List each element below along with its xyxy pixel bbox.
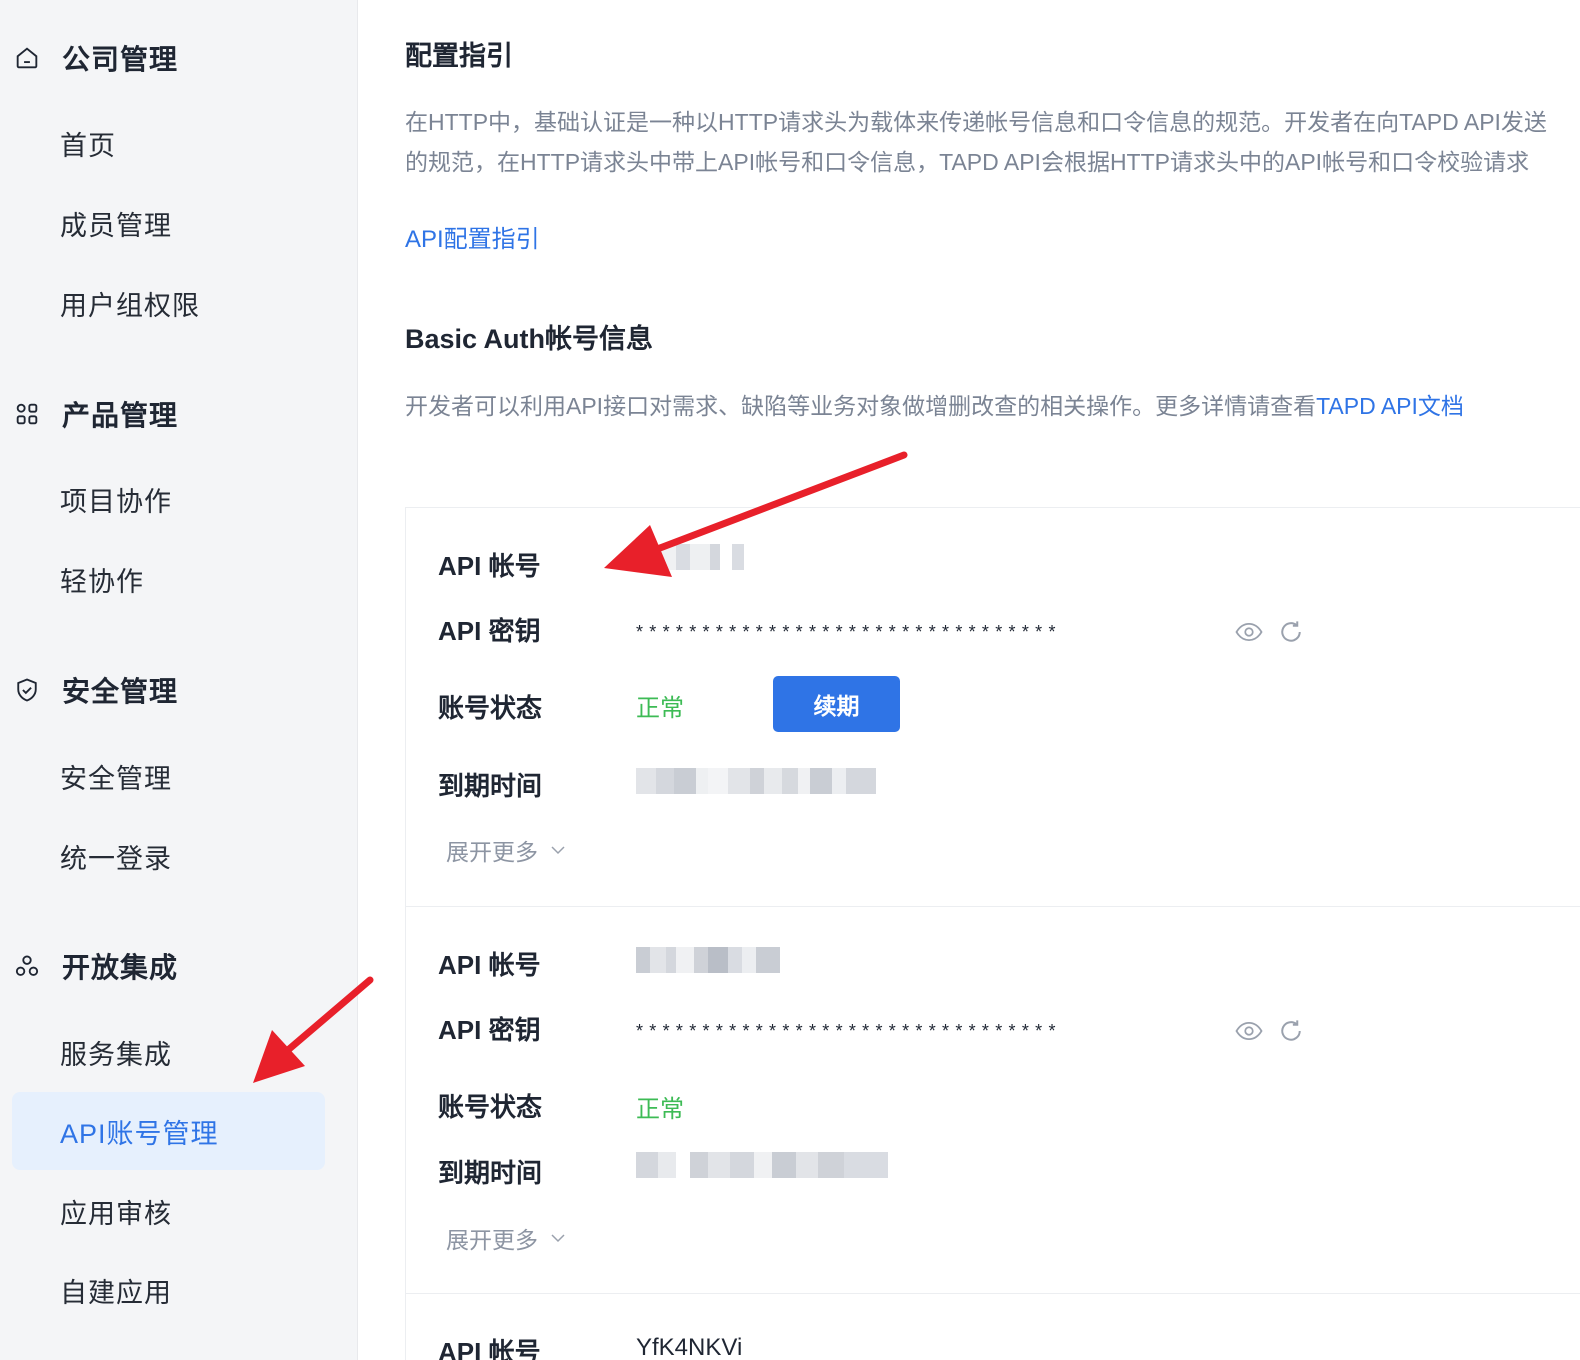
sidebar: 公司管理 首页 成员管理 用户组权限 产品管理 项目协作 轻协作 安全管理 安全… xyxy=(0,0,358,1360)
expand-more-label: 展开更多 xyxy=(446,1227,538,1253)
expire-time-value-redacted xyxy=(636,1152,888,1178)
api-secret-masked: ******************************** xyxy=(636,622,1062,642)
sidebar-group-open-integration[interactable]: 开放集成 xyxy=(12,946,178,986)
api-secret-label: API 密钥 xyxy=(438,616,541,646)
eye-icon[interactable] xyxy=(1232,1014,1266,1048)
chevron-down-icon xyxy=(551,846,565,855)
sidebar-item-project-collaboration[interactable]: 项目协作 xyxy=(12,460,325,538)
basic-auth-description: 开发者可以利用API接口对需求、缺陷等业务对象做增删改查的相关操作。更多详情请查… xyxy=(405,386,1464,426)
sidebar-group-company[interactable]: 公司管理 xyxy=(12,38,178,78)
expand-more-toggle[interactable]: 展开更多 xyxy=(446,833,568,867)
sidebar-item-app-review[interactable]: 应用审核 xyxy=(12,1172,325,1250)
connection-icon xyxy=(12,951,42,981)
api-account-card: API 帐号 YfK4NKVi xyxy=(405,1293,1580,1360)
api-account-card: API 帐号 API 密钥 **************************… xyxy=(405,507,1580,907)
account-status-value: 正常 xyxy=(636,1096,684,1123)
home-icon xyxy=(12,43,42,73)
api-account-label: API 帐号 xyxy=(438,551,541,581)
sidebar-item-light-collaboration[interactable]: 轻协作 xyxy=(12,540,325,618)
sidebar-item-service-integration[interactable]: 服务集成 xyxy=(12,1013,325,1091)
guide-paragraph-line-1: 在HTTP中，基础认证是一种以HTTP请求头为载体来传递帐号信息和口令信息的规范… xyxy=(405,109,1547,135)
api-account-value-redacted xyxy=(636,947,780,973)
sidebar-group-product[interactable]: 产品管理 xyxy=(12,394,178,434)
sidebar-group-label: 公司管理 xyxy=(62,44,179,75)
sidebar-group-label: 开放集成 xyxy=(62,952,179,983)
tapd-api-docs-link[interactable]: TAPD API文档 xyxy=(1316,393,1464,419)
basic-auth-title: Basic Auth帐号信息 xyxy=(405,324,654,354)
expire-time-label: 到期时间 xyxy=(438,1158,543,1188)
sidebar-group-label: 产品管理 xyxy=(62,400,179,431)
renew-button[interactable]: 续期 xyxy=(773,676,900,732)
sidebar-group-security[interactable]: 安全管理 xyxy=(12,670,178,710)
expire-time-label: 到期时间 xyxy=(438,771,543,801)
account-status-value: 正常 xyxy=(636,695,684,722)
sidebar-item-unified-login[interactable]: 统一登录 xyxy=(12,817,325,895)
account-status-label: 账号状态 xyxy=(438,1092,543,1122)
expand-more-label: 展开更多 xyxy=(446,839,538,865)
sidebar-group-label: 安全管理 xyxy=(62,676,179,707)
grid-icon xyxy=(12,399,42,429)
chevron-down-icon xyxy=(551,1234,565,1243)
api-account-label: API 帐号 xyxy=(438,1337,541,1360)
expand-more-toggle[interactable]: 展开更多 xyxy=(446,1221,568,1255)
expire-time-value-redacted xyxy=(636,768,876,794)
guide-title: 配置指引 xyxy=(405,41,513,71)
api-secret-masked: ******************************** xyxy=(636,1021,1062,1041)
shield-check-icon xyxy=(12,675,42,705)
sidebar-item-user-group-permissions[interactable]: 用户组权限 xyxy=(12,264,325,342)
sidebar-item-custom-apps[interactable]: 自建应用 xyxy=(12,1251,325,1329)
api-account-value: YfK4NKVi xyxy=(636,1334,743,1360)
sidebar-item-home[interactable]: 首页 xyxy=(12,104,325,182)
api-account-card: API 帐号 API 密钥 **************************… xyxy=(405,906,1580,1294)
sidebar-item-security-management[interactable]: 安全管理 xyxy=(12,737,325,815)
refresh-icon[interactable] xyxy=(1274,615,1308,649)
main-content: 配置指引 在HTTP中，基础认证是一种以HTTP请求头为载体来传递帐号信息和口令… xyxy=(359,0,1580,1360)
eye-icon[interactable] xyxy=(1232,615,1266,649)
sidebar-item-members[interactable]: 成员管理 xyxy=(12,184,325,262)
api-account-value-redacted xyxy=(636,544,744,570)
sidebar-item-api-account-management[interactable]: API账号管理 xyxy=(12,1092,325,1170)
refresh-icon[interactable] xyxy=(1274,1014,1308,1048)
account-status-label: 账号状态 xyxy=(438,693,543,723)
guide-paragraph-line-2: 的规范，在HTTP请求头中带上API帐号和口令信息，TAPD API会根据HTT… xyxy=(405,149,1530,175)
api-secret-label: API 密钥 xyxy=(438,1015,541,1045)
api-config-guide-link[interactable]: API配置指引 xyxy=(405,219,540,254)
basic-auth-description-text: 开发者可以利用API接口对需求、缺陷等业务对象做增删改查的相关操作。更多详情请查… xyxy=(405,393,1317,419)
api-account-label: API 帐号 xyxy=(438,950,541,980)
